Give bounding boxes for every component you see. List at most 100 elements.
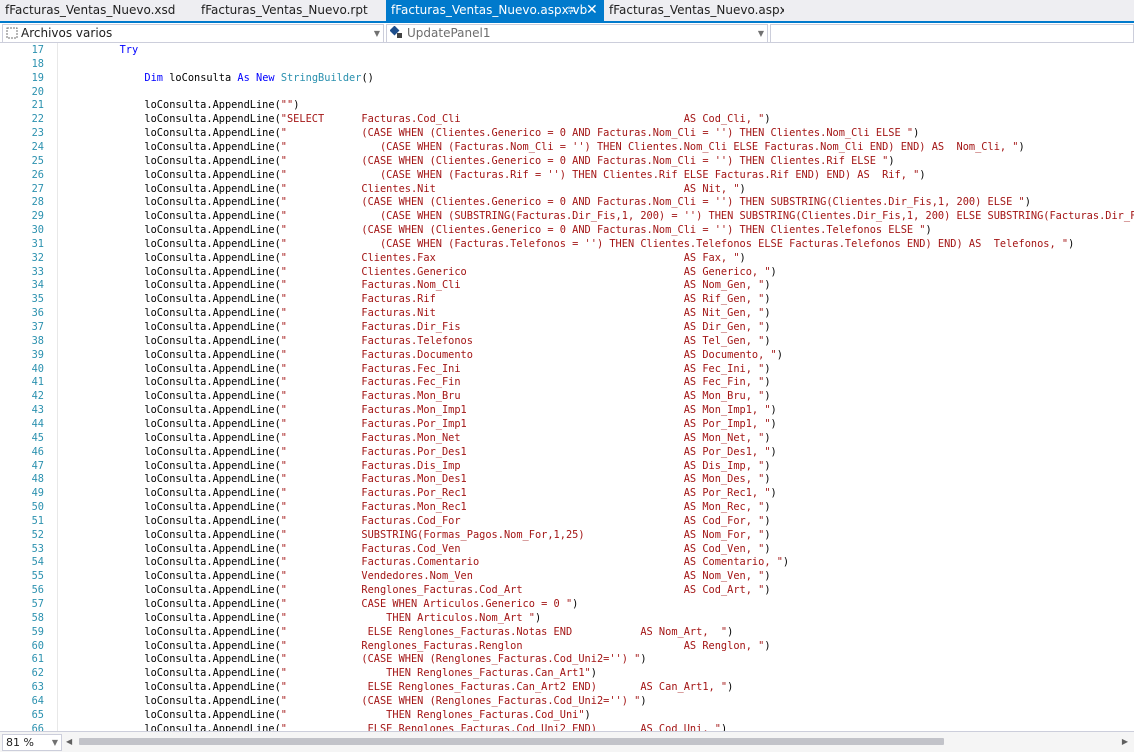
miscellaneous-files-icon (6, 25, 18, 42)
code-text: loConsulta.AppendLine(" (CASE WHEN (Clie… (70, 126, 919, 140)
code-token: loConsulta.AppendLine( (70, 611, 281, 624)
code-token: ) (720, 722, 728, 731)
component-icon (389, 25, 403, 42)
code-token: ) (770, 487, 777, 500)
line-number: 21 (31, 99, 44, 112)
keyword-token: New (256, 71, 275, 84)
string-token: " Facturas.Mon_Bru AS Mon_Bru, " (280, 390, 765, 403)
string-token: " Facturas.Telefonos AS Tel_Gen, " (280, 334, 765, 347)
string-token: " Facturas.Por_Imp1 AS Por_Imp1, " (280, 417, 771, 430)
tab-rpt[interactable]: fFacturas_Ventas_Nuevo.rpt (196, 0, 386, 21)
code-line: 40 loConsulta.AppendLine(" Facturas.Fec_… (0, 362, 1134, 376)
line-number: 48 (31, 473, 44, 486)
line-number: 25 (31, 154, 44, 167)
code-line: 55 loConsulta.AppendLine(" Vendedores.No… (0, 569, 1134, 583)
tab-label: fFacturas_Ventas_Nuevo.aspx (609, 3, 784, 17)
code-token: loConsulta.AppendLine( (70, 404, 281, 417)
code-text: loConsulta.AppendLine(" Renglones_Factur… (70, 583, 770, 597)
code-text: loConsulta.AppendLine(" Facturas.Cod_For… (70, 514, 771, 528)
line-number: 62 (31, 667, 44, 680)
code-text: loConsulta.AppendLine(" THEN Renglones_F… (70, 666, 597, 680)
scrollbar-thumb[interactable] (79, 738, 944, 745)
code-token: ) (764, 542, 771, 555)
string-token: " Facturas.Mon_Net AS Mon_Net, " (280, 431, 765, 444)
string-token: " Facturas.Rif AS Rif_Gen, " (280, 293, 765, 306)
code-token: ) (764, 514, 771, 527)
line-number: 65 (31, 708, 44, 721)
tab-xsd[interactable]: fFacturas_Ventas_Nuevo.xsd (0, 0, 196, 21)
tab-aspx[interactable]: fFacturas_Ventas_Nuevo.aspx (604, 0, 784, 21)
line-number: 30 (31, 224, 44, 237)
string-token: " Facturas.Mon_Rec1 AS Mon_Rec, " (280, 501, 765, 514)
member-combo-label: UpdatePanel1 (407, 26, 491, 40)
navigation-bar: Archivos varios ▼ UpdatePanel1 ▼ (0, 23, 1134, 43)
code-text: loConsulta.AppendLine(" THEN Articulos.N… (70, 611, 541, 625)
string-token: " Facturas.Nom_Cli AS Nom_Gen, " (280, 279, 765, 292)
code-line: 37 loConsulta.AppendLine(" Facturas.Dir_… (0, 320, 1134, 334)
line-number: 60 (31, 639, 44, 652)
tab-aspx-vb[interactable]: fFacturas_Ventas_Nuevo.aspx.vb ⭾ ✕ (386, 0, 604, 21)
line-number: 41 (31, 376, 44, 389)
method-combo[interactable] (770, 24, 1134, 43)
code-token: loConsulta (163, 71, 238, 84)
line-number: 51 (31, 514, 44, 527)
code-token: ) (764, 279, 771, 292)
scroll-left-icon[interactable]: ◀ (66, 736, 72, 747)
code-line: 48 loConsulta.AppendLine(" Facturas.Mon_… (0, 472, 1134, 486)
string-token: " THEN Articulos.Nom_Art " (280, 611, 535, 624)
code-line: 39 loConsulta.AppendLine(" Facturas.Docu… (0, 348, 1134, 362)
chevron-down-icon: ▼ (757, 29, 764, 38)
close-icon[interactable]: ✕ (586, 0, 598, 21)
code-token: loConsulta.AppendLine( (70, 653, 281, 666)
line-number: 58 (31, 611, 44, 624)
code-token: ) (770, 265, 777, 278)
code-text: loConsulta.AppendLine("") (70, 98, 299, 112)
code-token: loConsulta.AppendLine( (70, 639, 281, 652)
code-text: loConsulta.AppendLine(" Facturas.Dir_Fis… (70, 320, 770, 334)
code-text: loConsulta.AppendLine(" Vendedores.Nom_V… (70, 569, 770, 583)
code-text: loConsulta.AppendLine(" Facturas.Cod_Ven… (70, 542, 771, 556)
string-token: " Facturas.Nit AS Nit_Gen, " (280, 307, 765, 320)
member-combo[interactable]: UpdatePanel1 ▼ (386, 24, 768, 43)
code-editor[interactable]: 17 Try 18 19 Dim loConsulta As New StringB… (0, 43, 1134, 731)
type-token: StringBuilder (280, 71, 362, 84)
pin-icon[interactable]: ⭾ (568, 0, 576, 21)
code-line: 18 (0, 57, 1134, 71)
code-line: 54 loConsulta.AppendLine(" Facturas.Come… (0, 555, 1134, 569)
code-line: 30 loConsulta.AppendLine(" (CASE WHEN (C… (0, 223, 1134, 237)
scroll-right-icon[interactable]: ▶ (1122, 736, 1128, 747)
horizontal-scrollbar[interactable]: ◀ ▶ (64, 736, 1130, 747)
line-number: 37 (31, 321, 44, 333)
code-token: () (361, 71, 374, 84)
string-token: " Facturas.Mon_Des1 AS Mon_Des, " (280, 473, 765, 486)
code-line: 38 loConsulta.AppendLine(" Facturas.Tele… (0, 334, 1134, 348)
code-token: ) (640, 694, 647, 707)
code-token: ) (764, 334, 771, 347)
code-token: loConsulta.AppendLine( (70, 445, 281, 458)
code-line: 64 loConsulta.AppendLine(" (CASE WHEN (R… (0, 694, 1134, 708)
code-line: 43 loConsulta.AppendLine(" Facturas.Mon_… (0, 403, 1134, 417)
zoom-combo[interactable]: 81 % ▼ (2, 734, 62, 751)
line-number: 66 (31, 722, 44, 731)
line-number: 56 (31, 584, 44, 597)
string-token: " (CASE WHEN (Clientes.Generico = 0 AND … (280, 154, 889, 167)
code-token: loConsulta.AppendLine( (70, 625, 281, 638)
string-token: " THEN Renglones_Facturas.Cod_Uni" (280, 708, 585, 721)
line-number: 63 (31, 681, 44, 694)
code-text: loConsulta.AppendLine(" Facturas.Dis_Imp… (70, 459, 770, 473)
project-combo[interactable]: Archivos varios ▼ (2, 24, 384, 43)
code-token: ) (727, 681, 734, 694)
code-token: loConsulta.AppendLine( (70, 279, 281, 292)
editor-status-bar: 81 % ▼ ◀ ▶ (0, 731, 1134, 752)
code-token: loConsulta.AppendLine( (70, 501, 281, 514)
code-line: 19 Dim loConsulta As New StringBuilder() (0, 71, 1134, 85)
code-line: 50 loConsulta.AppendLine(" Facturas.Mon_… (0, 500, 1134, 514)
code-token: ) (888, 154, 895, 167)
code-token: ) (293, 99, 300, 112)
code-token: loConsulta.AppendLine( (70, 667, 281, 680)
keyword-token: Dim (144, 71, 164, 84)
line-number: 44 (31, 417, 44, 430)
code-text: loConsulta.AppendLine(" Clientes.Fax AS … (70, 251, 745, 265)
zoom-level: 81 % (6, 736, 34, 749)
line-number: 55 (31, 570, 44, 583)
